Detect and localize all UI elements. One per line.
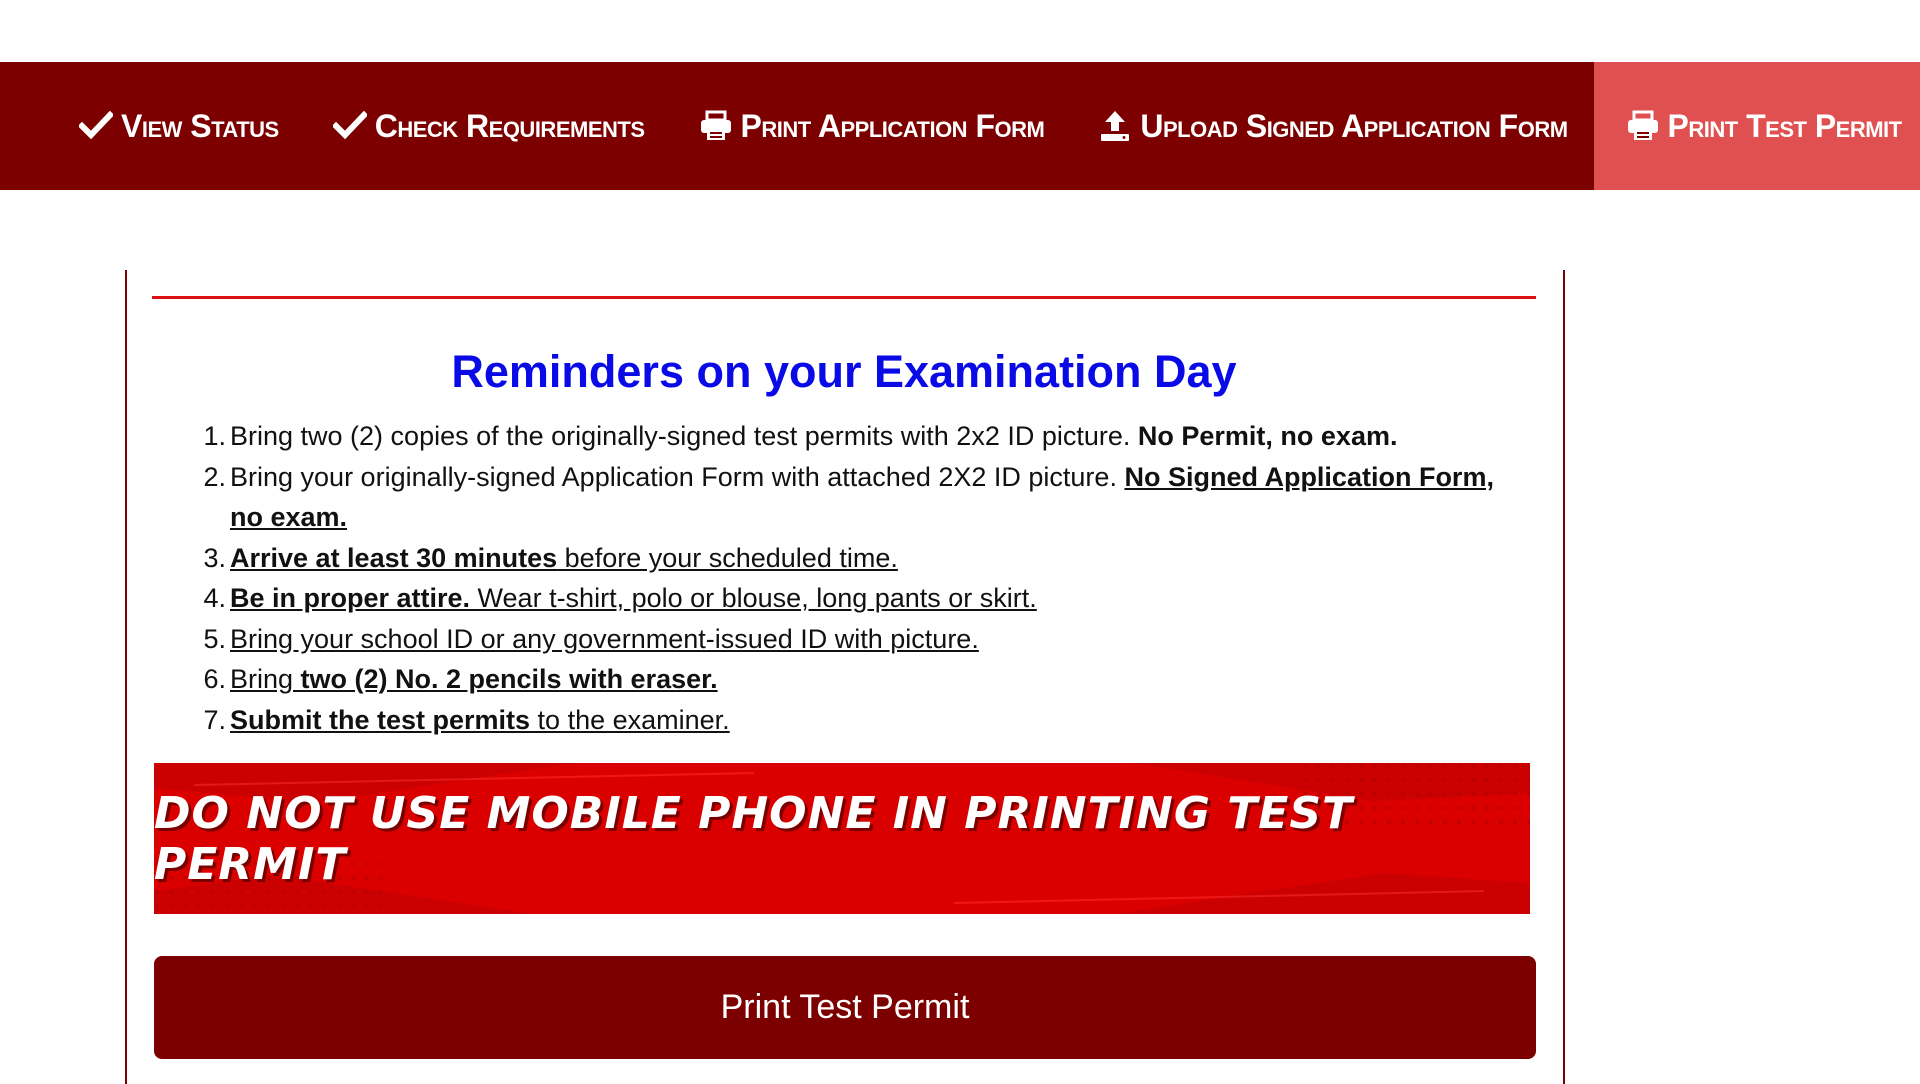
page: View Status Check Requirements Print Appli… [0, 0, 1920, 1084]
reminder-text: Be in proper attire. [230, 583, 471, 613]
nav-item-label: Upload Signed Application Form [1140, 108, 1568, 144]
nav-item-print-application-form[interactable]: Print Application Form [671, 62, 1071, 190]
check-icon [331, 107, 369, 145]
reminder-text: Wear t-shirt, polo or blouse, long pants… [470, 583, 1037, 613]
nav-items: View Status Check Requirements Print Appli… [0, 62, 1920, 190]
reminders-title: Reminders on your Examination Day [451, 346, 1237, 397]
reminder-text: two (2) No. 2 pencils with eraser. [293, 664, 718, 694]
reminder-item: 3. Arrive at least 30 minutes before your… [203, 538, 1520, 579]
reminder-number: 5. [203, 623, 226, 654]
reminder-item: 5. Bring your school ID or any government… [203, 619, 1520, 660]
reminder-number: 2. [203, 461, 226, 492]
reminder-item: 1. Bring two (2) copies of the originally… [203, 416, 1520, 457]
reminder-number: 4. [203, 583, 226, 613]
reminder-number: 1. [203, 421, 226, 451]
nav-item-print-test-permit[interactable]: Print Test Permit [1593, 62, 1920, 190]
print-test-permit-button[interactable]: Print Test Permit [154, 956, 1536, 1059]
nav-item-label: Print Test Permit [1667, 108, 1903, 144]
reminder-text: before your scheduled time. [557, 542, 898, 573]
nav-item-label: Print Application Form [740, 108, 1045, 144]
reminders-list: 1. Bring two (2) copies of the originally… [203, 416, 1520, 741]
check-icon [77, 107, 115, 145]
upload-icon [1096, 107, 1134, 145]
reminder-text: Bring [230, 664, 294, 694]
reminder-item: 7. Submit the test permits to the examine… [203, 700, 1520, 741]
printer-icon [697, 107, 735, 145]
nav-item-view-status[interactable]: View Status [0, 62, 305, 190]
reminder-text: Bring your school ID or any government-i… [230, 623, 979, 654]
reminder-text: to the examiner. [530, 704, 730, 735]
printer-icon [1624, 107, 1662, 145]
banner-text: DO NOT USE MOBILE PHONE IN PRINTING TEST… [154, 787, 1354, 890]
divider-line [152, 296, 1536, 299]
reminder-item: 2. Bring your originally-signed Applicati… [203, 457, 1520, 538]
nav-item-check-requirements[interactable]: Check Requirements [305, 62, 671, 190]
reminder-text: Bring two (2) copies of the originally-s… [230, 421, 1138, 451]
nav-item-label: View Status [121, 108, 279, 144]
reminder-number: 7. [203, 704, 226, 735]
reminder-number: 3. [203, 542, 226, 573]
reminder-item: 4. Be in proper attire. Wear t-shirt, pol… [203, 578, 1520, 619]
nav-item-upload-signed-application-form[interactable]: Upload Signed Application Form [1070, 62, 1593, 190]
reminder-text: Bring your originally-signed Application… [230, 461, 1125, 492]
nav-item-label: Check Requirements [374, 108, 645, 144]
reminder-text: No Permit, no exam. [1137, 421, 1398, 451]
reminder-item: 6. Bring two (2) No. 2 pencils with erase… [203, 659, 1520, 700]
reminder-number: 6. [203, 664, 226, 694]
mobile-phone-warning-banner: DO NOT USE MOBILE PHONE IN PRINTING TEST… [154, 763, 1530, 914]
top-navbar: View Status Check Requirements Print Appli… [0, 62, 1920, 190]
reminder-text: Arrive at least 30 minutes [230, 542, 558, 573]
reminder-text: Submit the test permits [230, 704, 531, 735]
